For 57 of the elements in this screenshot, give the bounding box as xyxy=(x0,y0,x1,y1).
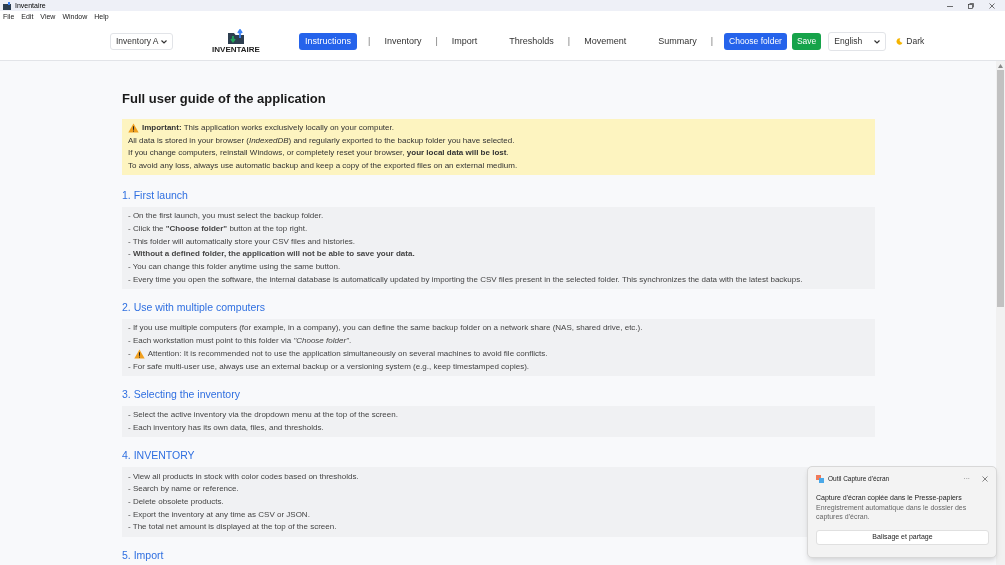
close-icon[interactable] xyxy=(989,2,995,9)
guide-text: - Each workstation must point to this folder via "Choose folder". xyxy=(128,335,352,348)
notice-text: All data is stored in your browser (IndexedDB) and regularly exported to the backup folder you have selected. xyxy=(128,134,515,147)
section-heading: 4. INVENTORY xyxy=(122,449,195,463)
guide-text: - You can change this folder anytime using the same button. xyxy=(128,261,341,274)
guide-text: - Without a defined folder, the application will not be able to save your data. xyxy=(128,248,415,261)
nav-separator: | xyxy=(567,34,571,48)
choose-folder-button[interactable]: Choose folder xyxy=(724,33,787,50)
app-icon xyxy=(3,1,11,10)
section-heading: 1. First launch xyxy=(122,189,188,202)
guide-text: - Delete obsolete products. xyxy=(128,495,224,508)
nav-tab[interactable]: Instructions xyxy=(299,33,358,50)
inventory-select[interactable]: Inventory A xyxy=(110,33,173,50)
restore-icon[interactable] xyxy=(968,2,974,9)
chevron-icon xyxy=(874,39,881,44)
guide-text: - The total net amount is displayed at the top of the screen. xyxy=(128,521,337,534)
close-icon[interactable] xyxy=(982,475,988,482)
notice-text: If you change computers, reinstall Windows, or completely reset your browser, your local data will be lost. xyxy=(128,147,509,160)
folder-logo-icon xyxy=(227,29,245,45)
theme-toggle[interactable]: Dark xyxy=(896,35,925,48)
nav-separator: | xyxy=(435,34,438,48)
notice-text: Important: This application works exclusively locally on your computer. xyxy=(142,122,394,135)
section-heading: 5. Import xyxy=(122,548,164,562)
guide-text: - Click the "Choose folder" button at the top right. xyxy=(128,223,308,236)
guide-text: - This folder will automatically store your CSV files and histories. xyxy=(128,235,356,248)
bullet-dash: - xyxy=(128,347,131,360)
guide-text: - Export the inventory at any time as CSV or JSON. xyxy=(128,508,310,521)
nav-separator: | xyxy=(710,34,714,48)
guide-text: - Select the active inventory via the dropdown menu at the top of the screen. xyxy=(128,409,398,422)
nav-tab[interactable]: Summary xyxy=(655,33,700,50)
guide-title: Full user guide of the application xyxy=(122,91,327,107)
language-select[interactable]: English xyxy=(828,32,887,51)
notice-text: To avoid any loss, always use automatic backup and keep a copy of the exported files on an external medium. xyxy=(128,159,518,172)
nav-tab[interactable]: Import xyxy=(448,33,481,50)
section-heading: 2. Use with multiple computers xyxy=(122,301,265,315)
guide-text: - Every time you open the software, the internal database is automatically updated by importing the CSV files present in the selected folder. This synchronizes the data with the latest backups. xyxy=(128,273,803,286)
section-heading: 3. Selecting the inventory xyxy=(122,387,240,401)
warning-icon xyxy=(128,123,139,134)
guide-text: - For safe multi-user use, always use an external backup or a versioning system (e.g., keep timestamped copies). xyxy=(128,360,530,373)
warning-icon xyxy=(133,348,145,359)
guide-text: Attention: It is recommended not to use the application simultaneously on several machines to avoid file conflicts. xyxy=(147,347,548,360)
scrollbar[interactable] xyxy=(996,61,1005,565)
guide-text: - If you use multiple computers (for example, in a company), you can define the same backup folder on a network share (NAS, shared drive, etc.). xyxy=(128,322,643,335)
moon-icon xyxy=(896,38,904,45)
scroll-up-icon[interactable] xyxy=(998,64,1003,68)
guide-text: - Search by name or reference. xyxy=(128,483,239,496)
nav-tab[interactable]: Inventory xyxy=(381,33,425,50)
guide-text: - View all products in stock with color codes based on thresholds. xyxy=(128,470,359,483)
guide-text: - On the first launch, you must select the backup folder. xyxy=(128,210,324,223)
scrollbar-thumb[interactable] xyxy=(997,70,1004,307)
nav-tab[interactable]: Movement xyxy=(581,33,630,50)
logo-text: INVENTAIRE xyxy=(212,45,260,54)
nav-separator: | xyxy=(368,34,371,48)
guide-text: - Each inventory has its own data, files, and thresholds. xyxy=(128,421,324,434)
chevron-icon xyxy=(161,39,167,44)
snipping-tool-icon xyxy=(816,474,824,483)
nav-tab[interactable]: Thresholds xyxy=(506,33,557,50)
